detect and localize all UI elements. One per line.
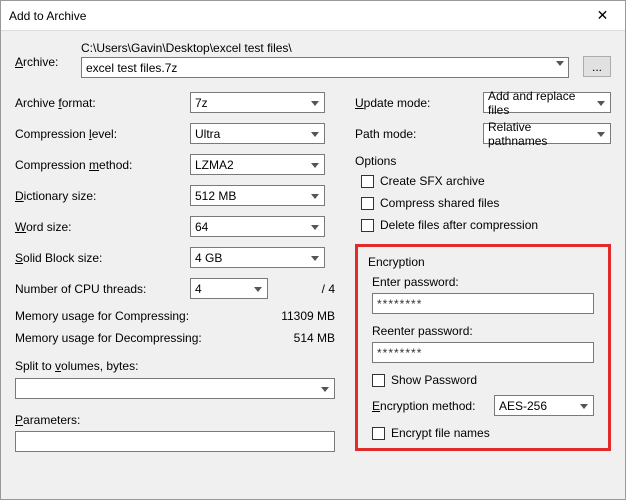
- enter-password-label: Enter password:: [372, 275, 598, 289]
- mem-decompress-value: 514 MB: [294, 331, 335, 345]
- chevron-down-icon: [311, 163, 319, 168]
- word-label: Word size:: [15, 220, 190, 234]
- reenter-password-label: Reenter password:: [372, 324, 598, 338]
- dict-select[interactable]: 512 MB: [190, 185, 325, 206]
- pathmode-label: Path mode:: [355, 127, 483, 141]
- level-select[interactable]: Ultra: [190, 123, 325, 144]
- archive-path: C:\Users\Gavin\Desktop\excel test files\: [81, 41, 569, 55]
- enc-method-label: Encryption method:: [372, 399, 494, 413]
- archive-filename-input[interactable]: excel test files.7z: [81, 57, 569, 78]
- chevron-down-icon: [597, 132, 605, 137]
- chevron-down-icon: [254, 287, 262, 292]
- threads-select[interactable]: 4: [190, 278, 268, 299]
- enc-method-select[interactable]: AES-256: [494, 395, 594, 416]
- solid-select[interactable]: 4 GB: [190, 247, 325, 268]
- encrypt-names-label: Encrypt file names: [391, 426, 490, 440]
- delete-label: Delete files after compression: [380, 218, 538, 232]
- encryption-title: Encryption: [368, 255, 598, 269]
- dialog-window: Add to Archive ✕ Archive: C:\Users\Gavin…: [0, 0, 626, 500]
- chevron-down-icon: [580, 404, 588, 409]
- format-label: Archive format:: [15, 96, 190, 110]
- threads-label: Number of CPU threads:: [15, 282, 190, 296]
- method-label: Compression method:: [15, 158, 190, 172]
- mem-decompress-label: Memory usage for Decompressing:: [15, 331, 202, 345]
- encryption-group: Encryption Enter password: ******** Reen…: [355, 244, 611, 451]
- shared-checkbox[interactable]: [361, 197, 374, 210]
- update-select[interactable]: Add and replace files: [483, 92, 611, 113]
- chevron-down-icon: [556, 61, 564, 66]
- threads-max: / 4: [276, 282, 335, 296]
- reenter-password-input[interactable]: ********: [372, 342, 594, 363]
- update-label: Update mode:: [355, 96, 483, 110]
- archive-filename-text: excel test files.7z: [86, 61, 177, 75]
- delete-checkbox[interactable]: [361, 219, 374, 232]
- archive-label: Archive:: [15, 41, 73, 69]
- solid-label: Solid Block size:: [15, 251, 190, 265]
- close-icon: ✕: [597, 7, 609, 24]
- sfx-checkbox[interactable]: [361, 175, 374, 188]
- dialog-body: Archive: C:\Users\Gavin\Desktop\excel te…: [1, 31, 625, 462]
- sfx-label: Create SFX archive: [380, 174, 485, 188]
- split-label: Split to volumes, bytes:: [15, 359, 335, 373]
- chevron-down-icon: [311, 132, 319, 137]
- level-label: Compression level:: [15, 127, 190, 141]
- word-select[interactable]: 64: [190, 216, 325, 237]
- browse-button[interactable]: ...: [583, 56, 611, 77]
- chevron-down-icon: [311, 194, 319, 199]
- dict-label: Dictionary size:: [15, 189, 190, 203]
- left-column: Archive format: 7z Compression level: Ul…: [15, 92, 335, 452]
- enter-password-input[interactable]: ********: [372, 293, 594, 314]
- chevron-down-icon: [321, 387, 329, 392]
- pathmode-select[interactable]: Relative pathnames: [483, 123, 611, 144]
- method-select[interactable]: LZMA2: [190, 154, 325, 175]
- close-button[interactable]: ✕: [580, 1, 625, 31]
- options-title: Options: [355, 154, 611, 168]
- mem-compress-value: 11309 MB: [281, 309, 335, 323]
- chevron-down-icon: [597, 101, 605, 106]
- shared-label: Compress shared files: [380, 196, 499, 210]
- encrypt-names-checkbox[interactable]: [372, 427, 385, 440]
- params-input[interactable]: [15, 431, 335, 452]
- mem-compress-label: Memory usage for Compressing:: [15, 309, 189, 323]
- split-select[interactable]: [15, 378, 335, 399]
- titlebar: Add to Archive ✕: [1, 1, 625, 31]
- chevron-down-icon: [311, 101, 319, 106]
- params-label: Parameters:: [15, 413, 335, 427]
- right-column: Update mode: Add and replace files Path …: [355, 92, 611, 452]
- chevron-down-icon: [311, 225, 319, 230]
- show-password-checkbox[interactable]: [372, 374, 385, 387]
- show-password-label: Show Password: [391, 373, 477, 387]
- format-select[interactable]: 7z: [190, 92, 325, 113]
- chevron-down-icon: [311, 256, 319, 261]
- window-title: Add to Archive: [9, 9, 580, 23]
